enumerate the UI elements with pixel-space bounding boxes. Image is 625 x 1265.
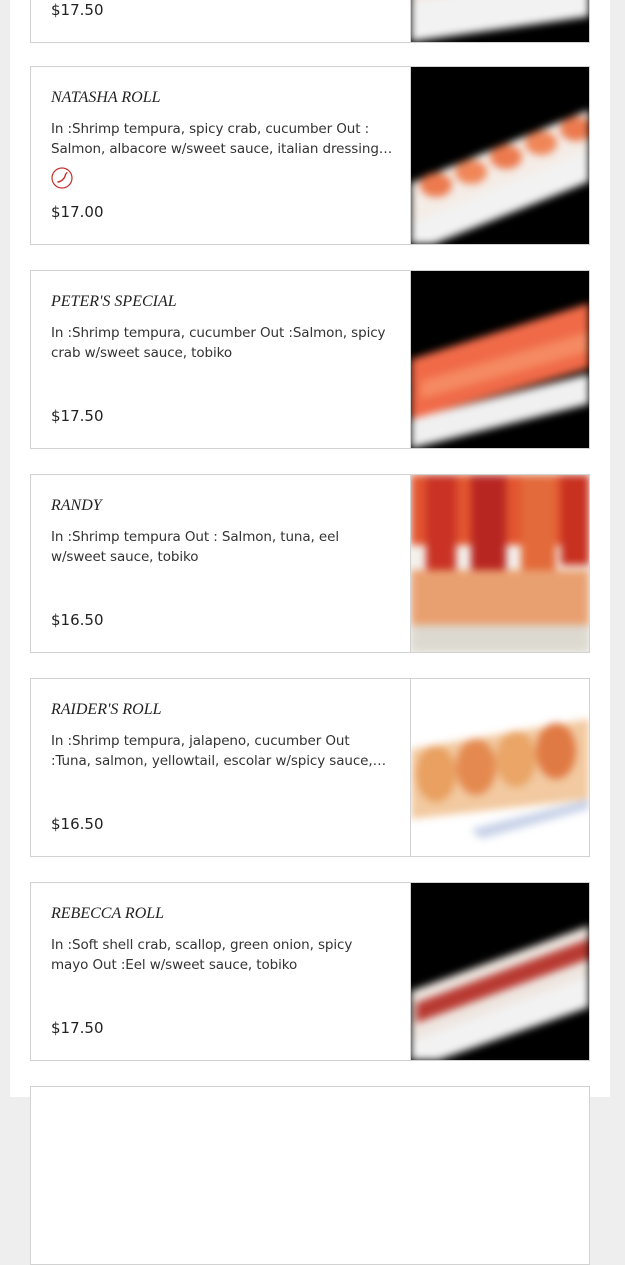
dish-photo[interactable]: [410, 475, 589, 652]
item-name: PETER'S SPECIAL: [51, 293, 177, 310]
item-description: In :Shrimp tempura, jalapeno, cucumber O…: [51, 733, 373, 769]
menu-item-card[interactable]: REBECCA ROLL In :Soft shell crab, scallo…: [30, 882, 590, 1061]
dish-photo[interactable]: [410, 271, 589, 448]
item-name: RAIDER'S ROLL: [51, 701, 162, 718]
sushi-roll-image: [411, 0, 589, 42]
item-description: In :Shrimp tempura Out : Salmon, tuna, e…: [51, 529, 339, 565]
menu-item-card[interactable]: $17.50: [30, 0, 590, 43]
menu-item-card[interactable]: RAIDER'S ROLL In :Shrimp tempura, jalape…: [30, 678, 590, 857]
dish-photo[interactable]: [410, 883, 589, 1060]
dish-photo[interactable]: [410, 0, 589, 42]
chili-pepper-icon: [51, 167, 73, 189]
item-price: $16.50: [51, 611, 104, 629]
item-price: $17.00: [51, 203, 104, 221]
menu-item-card[interactable]: NATASHA ROLL In :Shrimp tempura, spicy c…: [30, 66, 590, 245]
menu-panel: $17.50 NATASHA ROLL In :Shrimp tempura, …: [10, 0, 610, 1265]
dish-photo[interactable]: [410, 67, 589, 244]
item-description: In :Soft shell crab, scallop, green onio…: [51, 937, 353, 973]
item-price: $16.50: [51, 815, 104, 833]
item-price: $17.50: [51, 407, 104, 425]
sushi-roll-image: [411, 109, 589, 244]
item-name: RANDY: [51, 497, 102, 514]
sushi-roll-image: [411, 925, 589, 1060]
item-description: In :Shrimp tempura, cucumber Out :Salmon…: [51, 325, 386, 361]
item-price: $17.50: [51, 1019, 104, 1037]
item-name: NATASHA ROLL: [51, 89, 161, 106]
menu-item-card[interactable]: RANDY In :Shrimp tempura Out : Salmon, t…: [30, 474, 590, 653]
item-name: REBECCA ROLL: [51, 905, 165, 922]
dish-photo[interactable]: [410, 679, 589, 856]
menu-item-card[interactable]: [30, 1086, 590, 1265]
sushi-roll-image: [411, 475, 589, 652]
sushi-roll-image: [411, 303, 589, 448]
menu-item-card[interactable]: PETER'S SPECIAL In :Shrimp tempura, cucu…: [30, 270, 590, 449]
item-price: $17.50: [51, 1, 104, 19]
sushi-roll-image: [411, 719, 589, 839]
item-description: In :Shrimp tempura, spicy crab, cucumber…: [51, 121, 383, 157]
